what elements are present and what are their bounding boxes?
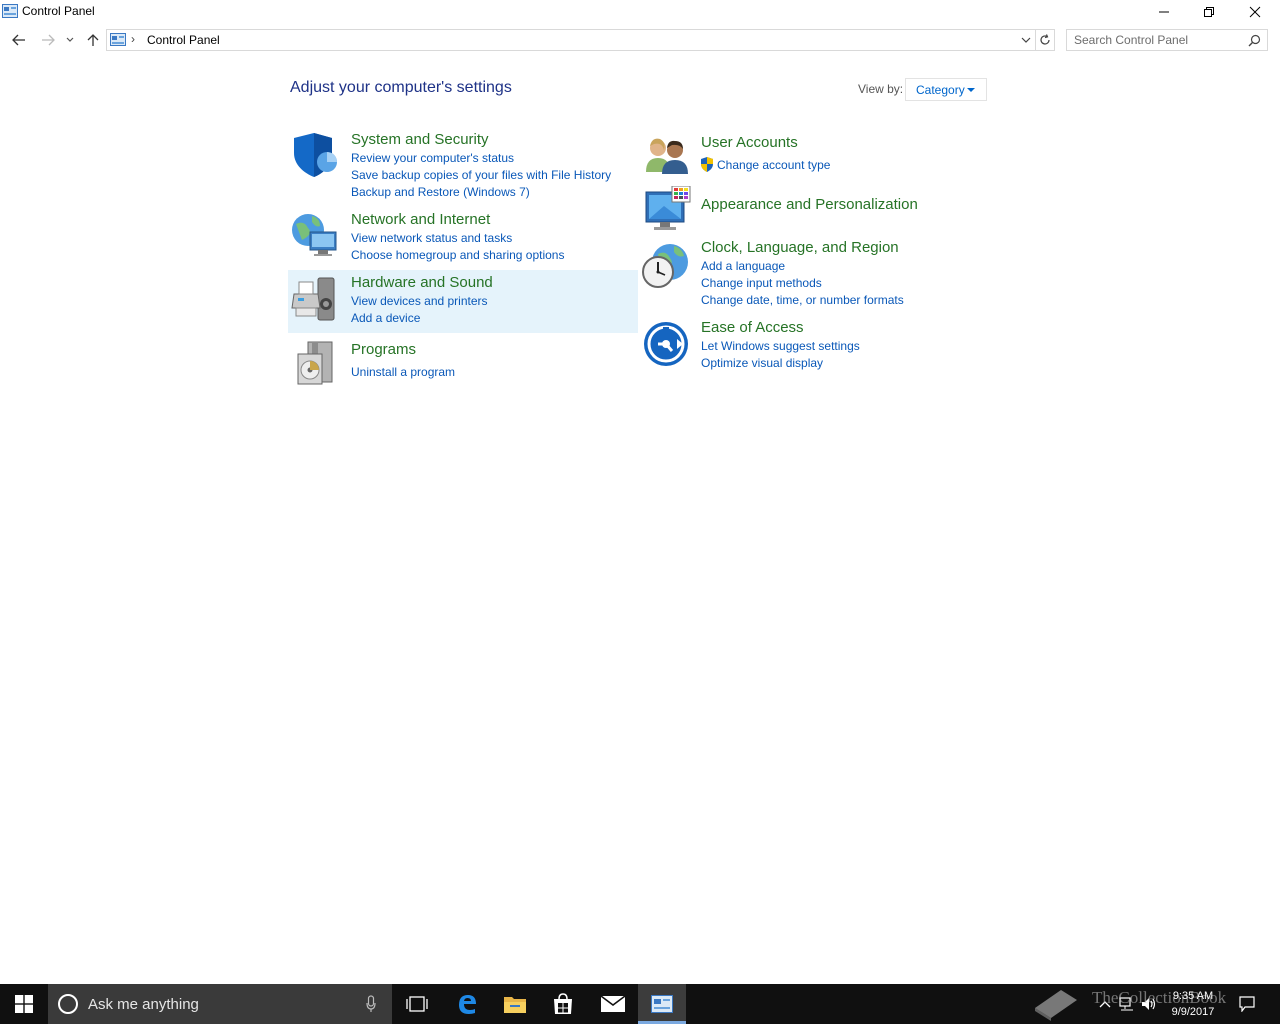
minimize-button[interactable] (1141, 0, 1187, 24)
clock-date: 9/9/2017 (1171, 1006, 1215, 1018)
users-icon[interactable] (644, 134, 690, 176)
search-icon[interactable] (1248, 34, 1261, 47)
title-bar: Control Panel (0, 0, 1280, 24)
minimize-icon (1159, 11, 1169, 13)
link-date-time-formats[interactable]: Change date, time, or number formats (701, 293, 904, 307)
view-by-dropdown[interactable]: Category (905, 78, 987, 101)
link-change-input-methods[interactable]: Change input methods (701, 276, 822, 290)
recent-locations-button[interactable] (62, 30, 78, 50)
up-arrow-icon (87, 34, 99, 46)
edge-taskbar-button[interactable] (444, 984, 490, 1024)
back-arrow-icon (12, 34, 25, 46)
tray-clock[interactable]: 9:35 AM 9/9/2017 (1160, 988, 1226, 1020)
folder-icon (504, 997, 526, 1013)
cortana-placeholder: Ask me anything (88, 996, 199, 1013)
up-button[interactable] (82, 30, 104, 50)
action-center-button[interactable] (1232, 984, 1262, 1024)
printer-icon[interactable] (290, 274, 340, 324)
close-button[interactable] (1232, 0, 1278, 24)
taskbar: Ask me anything (0, 984, 1280, 1024)
category-title-clock-region[interactable]: Clock, Language, and Region (701, 239, 899, 256)
refresh-icon (1040, 34, 1050, 45)
task-view-icon (406, 996, 428, 1012)
refresh-button[interactable] (1036, 29, 1055, 51)
cortana-icon (58, 994, 78, 1014)
category-title-system-security[interactable]: System and Security (351, 131, 489, 148)
monitor-icon[interactable] (644, 186, 692, 232)
link-change-account-type[interactable]: Change account type (717, 158, 830, 172)
task-view-button[interactable] (394, 984, 440, 1024)
store-taskbar-button[interactable] (540, 984, 586, 1024)
uac-shield-icon (701, 157, 713, 172)
control-panel-icon (110, 33, 126, 46)
edge-icon (459, 995, 476, 1014)
link-add-language[interactable]: Add a language (701, 259, 785, 273)
view-by-label: View by: (858, 82, 904, 96)
search-box[interactable] (1066, 29, 1268, 51)
control-panel-app-icon (2, 4, 18, 18)
link-file-history[interactable]: Save backup copies of your files with Fi… (351, 168, 611, 182)
search-input[interactable] (1067, 30, 1245, 50)
link-add-device[interactable]: Add a device (351, 311, 420, 325)
chevron-down-icon (66, 37, 74, 42)
shield-icon[interactable] (292, 131, 340, 179)
control-panel-window: Control Panel › Control Panel Search Con… (0, 0, 1280, 984)
back-button[interactable] (8, 30, 30, 50)
category-title-user-accounts[interactable]: User Accounts (701, 134, 798, 151)
mail-icon (601, 996, 625, 1012)
close-icon (1249, 6, 1261, 18)
address-dropdown-icon[interactable] (1021, 34, 1031, 46)
forward-button[interactable] (37, 30, 59, 50)
address-bar[interactable]: › Control Panel (106, 29, 1036, 51)
category-title-network-internet[interactable]: Network and Internet (351, 211, 490, 228)
control-panel-taskbar-button[interactable] (638, 984, 686, 1024)
book-logo-icon (1035, 990, 1077, 1021)
page-heading: Adjust your computer's settings (290, 79, 512, 96)
file-explorer-taskbar-button[interactable] (492, 984, 538, 1024)
category-title-programs[interactable]: Programs (351, 341, 416, 358)
link-uninstall-program[interactable]: Uninstall a program (351, 365, 455, 379)
forward-arrow-icon (42, 34, 55, 46)
link-devices-printers[interactable]: View devices and printers (351, 294, 488, 308)
dropdown-caret-icon (967, 88, 975, 92)
category-title-hardware-sound[interactable]: Hardware and Sound (351, 274, 493, 291)
link-network-status[interactable]: View network status and tasks (351, 231, 512, 245)
navigation-bar: › Control Panel (0, 26, 1280, 54)
link-optimize-visual-display[interactable]: Optimize visual display (701, 356, 823, 370)
programs-icon[interactable] (294, 340, 338, 386)
category-title-appearance[interactable]: Appearance and Personalization (701, 196, 918, 213)
store-bag-icon (554, 993, 572, 1014)
control-panel-taskbar-icon (651, 995, 673, 1013)
windows-logo-icon (15, 995, 33, 1013)
breadcrumb-separator-icon[interactable]: › (131, 32, 135, 46)
clock-globe-icon[interactable] (640, 240, 690, 290)
link-review-status[interactable]: Review your computer's status (351, 151, 514, 165)
view-by-value: Category (916, 83, 965, 97)
window-title: Control Panel (22, 4, 95, 18)
mail-taskbar-button[interactable] (590, 984, 636, 1024)
link-windows-suggest-settings[interactable]: Let Windows suggest settings (701, 339, 860, 353)
restore-button[interactable] (1186, 0, 1232, 24)
watermark-book-logo (1028, 984, 1084, 1024)
cortana-search-box[interactable]: Ask me anything (48, 984, 392, 1024)
link-backup-restore[interactable]: Backup and Restore (Windows 7) (351, 185, 530, 199)
notifications-icon (1239, 996, 1255, 1012)
breadcrumb-control-panel[interactable]: Control Panel (147, 33, 220, 47)
start-button[interactable] (0, 984, 48, 1024)
microphone-icon[interactable] (366, 995, 376, 1013)
ease-of-access-icon[interactable] (643, 321, 689, 367)
network-icon[interactable] (290, 210, 340, 258)
category-title-ease-of-access[interactable]: Ease of Access (701, 319, 804, 336)
clock-time: 9:35 AM (1172, 990, 1214, 1002)
link-homegroup[interactable]: Choose homegroup and sharing options (351, 248, 564, 262)
restore-icon (1204, 7, 1214, 17)
